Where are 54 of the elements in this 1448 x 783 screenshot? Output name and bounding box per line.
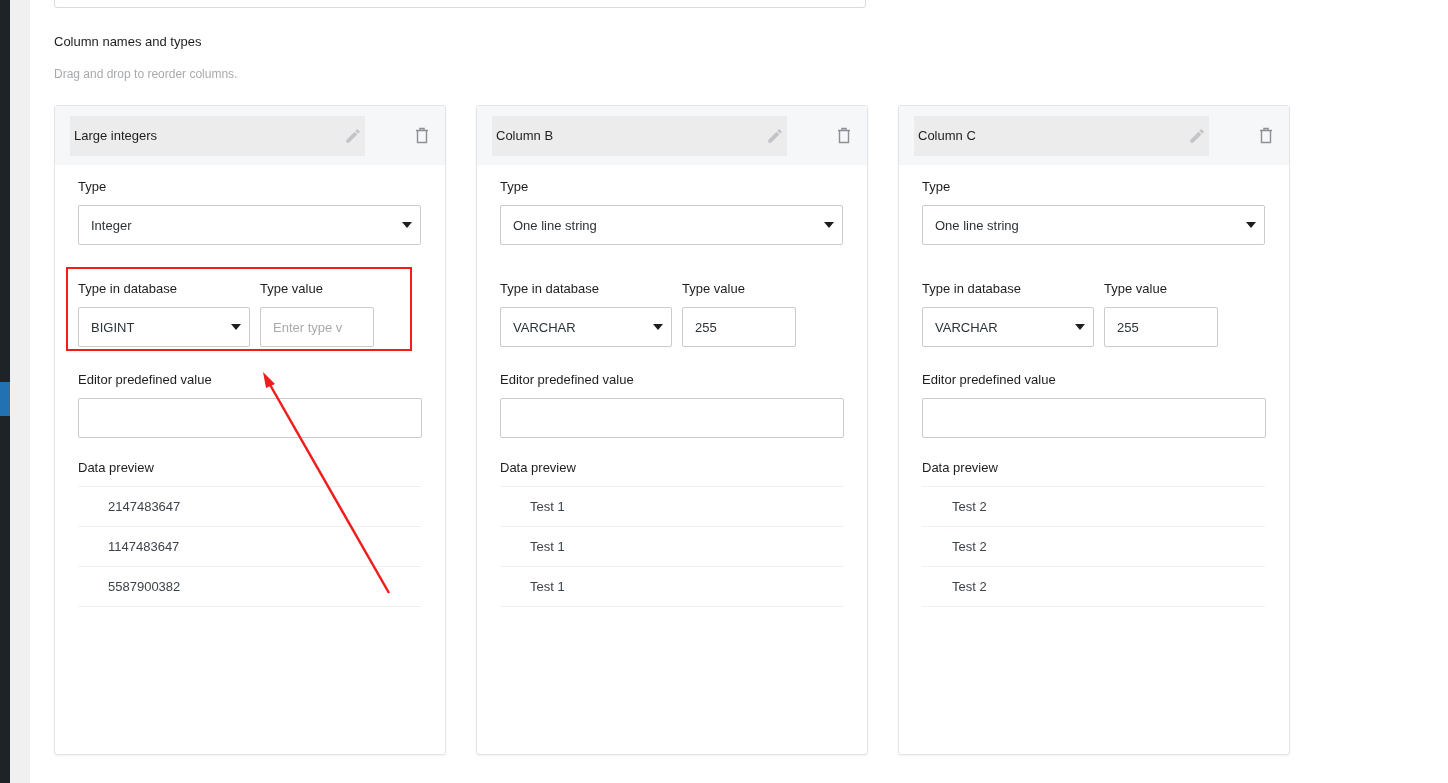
trash-icon[interactable] xyxy=(415,127,429,144)
column-name-field[interactable]: Column C xyxy=(914,115,1209,156)
db-type-select[interactable]: VARCHAR xyxy=(922,307,1094,347)
field-label: Data preview xyxy=(500,460,577,476)
editor-value-field[interactable] xyxy=(78,398,422,438)
preview-row: 2147483647 xyxy=(78,487,421,527)
section-hint: Drag and drop to reorder columns. xyxy=(54,67,239,81)
preview-row: Test 2 xyxy=(922,527,1265,567)
field-label: Type xyxy=(500,179,530,195)
editor-value-field[interactable] xyxy=(922,398,1266,438)
type-select[interactable]: Integer xyxy=(78,205,421,245)
field-label: Type value xyxy=(1104,281,1168,297)
field-label: Type value xyxy=(682,281,746,297)
preview-row: 1147483647 xyxy=(78,527,421,567)
field-label: Data preview xyxy=(922,460,999,476)
preview-row: Test 1 xyxy=(500,487,843,527)
field-label: Type in database xyxy=(500,281,601,297)
caret-icon xyxy=(402,222,412,228)
preview-row: Test 1 xyxy=(500,567,843,607)
field-label: Data preview xyxy=(78,460,155,476)
pencil-icon[interactable] xyxy=(344,126,362,145)
editor-value-field[interactable] xyxy=(500,398,844,438)
caret-icon xyxy=(231,324,241,330)
caret-icon xyxy=(824,222,834,228)
trash-icon[interactable] xyxy=(837,127,851,144)
field-label: Editor predefined value xyxy=(78,372,213,388)
preview-row: Test 2 xyxy=(922,567,1265,607)
caret-icon xyxy=(1246,222,1256,228)
field-label: Type xyxy=(78,179,108,195)
pencil-icon[interactable] xyxy=(1188,126,1206,145)
db-type-select[interactable]: VARCHAR xyxy=(500,307,672,347)
db-type-select[interactable]: BIGINT xyxy=(78,307,250,347)
type-value-field[interactable]: Enter type v xyxy=(260,307,374,347)
collapse-tab[interactable] xyxy=(0,382,10,416)
field-label: Editor predefined value xyxy=(500,372,635,388)
field-label: Type in database xyxy=(922,281,1023,297)
field-label: Type value xyxy=(260,281,324,297)
caret-icon xyxy=(653,324,663,330)
type-select[interactable]: One line string xyxy=(500,205,843,245)
type-select[interactable]: One line string xyxy=(922,205,1265,245)
preview-row: Test 2 xyxy=(922,487,1265,527)
pencil-icon[interactable] xyxy=(766,126,784,145)
field-label: Type xyxy=(922,179,952,195)
section-title: Column names and types xyxy=(54,34,203,49)
trash-icon[interactable] xyxy=(1259,127,1273,144)
caret-icon xyxy=(1075,324,1085,330)
preview-row: Test 1 xyxy=(500,527,843,567)
type-value-field[interactable]: 255 xyxy=(682,307,796,347)
field-label: Type in database xyxy=(78,281,179,297)
column-name-field[interactable]: Large integers xyxy=(70,115,365,156)
preview-row: 5587900382 xyxy=(78,567,421,607)
column-name-field[interactable]: Column B xyxy=(492,115,787,156)
field-label: Editor predefined value xyxy=(922,372,1057,388)
type-value-field[interactable]: 255 xyxy=(1104,307,1218,347)
